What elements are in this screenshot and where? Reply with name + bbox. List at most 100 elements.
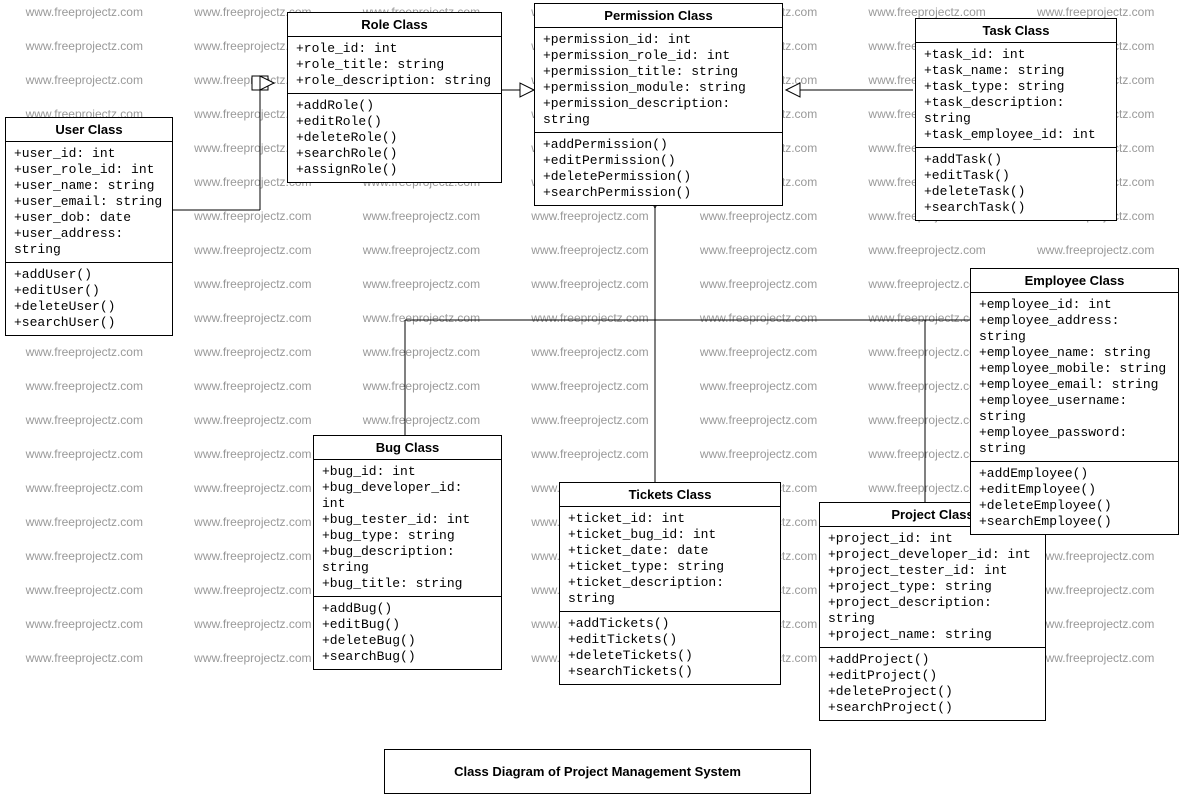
member-line: +deleteProject() [828,684,1037,700]
member-line: +deleteTask() [924,184,1108,200]
diagram-title: Class Diagram of Project Management Syst… [384,749,811,794]
class-permission-ops: +addPermission()+editPermission()+delete… [535,133,782,205]
watermark-text: www.freeprojectz.com [194,243,311,257]
class-user: User Class +user_id: int+user_role_id: i… [5,117,173,336]
member-line: +addTask() [924,152,1108,168]
watermark-text: www.freeprojectz.com [1037,549,1154,563]
member-line: +addUser() [14,267,164,283]
watermark-text: www.freeprojectz.com [1037,617,1154,631]
member-line: +ticket_type: string [568,559,772,575]
member-line: +editTickets() [568,632,772,648]
class-employee-attrs: +employee_id: int+employee_address: stri… [971,293,1178,462]
class-role: Role Class +role_id: int+role_title: str… [287,12,502,183]
watermark-text: www.freeprojectz.com [26,73,143,87]
class-role-attrs: +role_id: int+role_title: string+role_de… [288,37,501,94]
watermark-text: www.freeprojectz.com [363,379,480,393]
watermark-text: www.freeprojectz.com [363,311,480,325]
watermark-text: www.freeprojectz.com [868,311,985,325]
member-line: +employee_email: string [979,377,1170,393]
watermark-text: www.freeprojectz.com [363,413,480,427]
member-line: +addBug() [322,601,493,617]
watermark-text: www.freeprojectz.com [868,243,985,257]
member-line: +ticket_bug_id: int [568,527,772,543]
watermark-text: www.freeprojectz.com [700,447,817,461]
member-line: +editBug() [322,617,493,633]
watermark-text: www.freeprojectz.com [194,651,311,665]
watermark-text: www.freeprojectz.com [700,311,817,325]
member-line: +bug_tester_id: int [322,512,493,528]
member-line: +bug_title: string [322,576,493,592]
member-line: +addTickets() [568,616,772,632]
member-line: +editRole() [296,114,493,130]
member-line: +searchRole() [296,146,493,162]
class-bug-ops: +addBug()+editBug()+deleteBug()+searchBu… [314,597,501,669]
class-bug-title: Bug Class [314,436,501,460]
class-project-attrs: +project_id: int+project_developer_id: i… [820,527,1045,648]
member-line: +deletePermission() [543,169,774,185]
watermark-text: www.freeprojectz.com [194,583,311,597]
watermark-text: www.freeprojectz.com [700,345,817,359]
member-line: +employee_password: string [979,425,1170,457]
watermark-text: www.freeprojectz.com [26,617,143,631]
class-role-ops: +addRole()+editRole()+deleteRole()+searc… [288,94,501,182]
watermark-text: www.freeprojectz.com [531,413,648,427]
class-tickets-title: Tickets Class [560,483,780,507]
class-task-attrs: +task_id: int+task_name: string+task_typ… [916,43,1116,148]
member-line: +searchBug() [322,649,493,665]
watermark-text: www.freeprojectz.com [531,345,648,359]
class-employee-ops: +addEmployee()+editEmployee()+deleteEmpl… [971,462,1178,534]
watermark-text: www.freeprojectz.com [194,617,311,631]
member-line: +project_description: string [828,595,1037,627]
class-bug-attrs: +bug_id: int+bug_developer_id: int+bug_t… [314,460,501,597]
watermark-text: www.freeprojectz.com [531,277,648,291]
class-permission: Permission Class +permission_id: int+per… [534,3,783,206]
member-line: +task_id: int [924,47,1108,63]
class-task-ops: +addTask()+editTask()+deleteTask()+searc… [916,148,1116,220]
member-line: +assignRole() [296,162,493,178]
member-line: +employee_username: string [979,393,1170,425]
watermark-text: www.freeprojectz.com [194,515,311,529]
member-line: +project_developer_id: int [828,547,1037,563]
class-user-ops: +addUser()+editUser()+deleteUser()+searc… [6,263,172,335]
watermark-text: www.freeprojectz.com [868,379,985,393]
class-permission-title: Permission Class [535,4,782,28]
watermark-text: www.freeprojectz.com [194,277,311,291]
watermark-text: www.freeprojectz.com [700,243,817,257]
watermark-text: www.freeprojectz.com [26,413,143,427]
member-line: +user_email: string [14,194,164,210]
member-line: +bug_developer_id: int [322,480,493,512]
member-line: +permission_title: string [543,64,774,80]
class-tickets-ops: +addTickets()+editTickets()+deleteTicket… [560,612,780,684]
watermark-text: www.freeprojectz.com [868,277,985,291]
member-line: +deleteTickets() [568,648,772,664]
member-line: +task_name: string [924,63,1108,79]
member-line: +searchTask() [924,200,1108,216]
watermark-text: www.freeprojectz.com [363,209,480,223]
watermark-text: www.freeprojectz.com [26,39,143,53]
watermark-text: www.freeprojectz.com [194,447,311,461]
member-line: +project_tester_id: int [828,563,1037,579]
watermark-text: www.freeprojectz.com [531,379,648,393]
watermark-text: www.freeprojectz.com [26,515,143,529]
watermark-text: www.freeprojectz.com [1037,583,1154,597]
watermark-text: www.freeprojectz.com [26,651,143,665]
watermark-text: www.freeprojectz.com [194,311,311,325]
class-task-title: Task Class [916,19,1116,43]
member-line: +bug_type: string [322,528,493,544]
watermark-row: www.freeprojectz.com www.freeprojectz.com… [0,243,1180,257]
member-line: +permission_module: string [543,80,774,96]
watermark-text: www.freeprojectz.com [194,379,311,393]
member-line: +role_id: int [296,41,493,57]
member-line: +deleteUser() [14,299,164,315]
watermark-text: www.freeprojectz.com [26,345,143,359]
member-line: +bug_description: string [322,544,493,576]
watermark-text: www.freeprojectz.com [26,549,143,563]
watermark-text: www.freeprojectz.com [26,583,143,597]
member-line: +searchUser() [14,315,164,331]
member-line: +ticket_description: string [568,575,772,607]
watermark-text: www.freeprojectz.com [868,345,985,359]
watermark-text: www.freeprojectz.com [363,345,480,359]
class-bug: Bug Class +bug_id: int+bug_developer_id:… [313,435,502,670]
class-permission-attrs: +permission_id: int+permission_role_id: … [535,28,782,133]
member-line: +employee_name: string [979,345,1170,361]
